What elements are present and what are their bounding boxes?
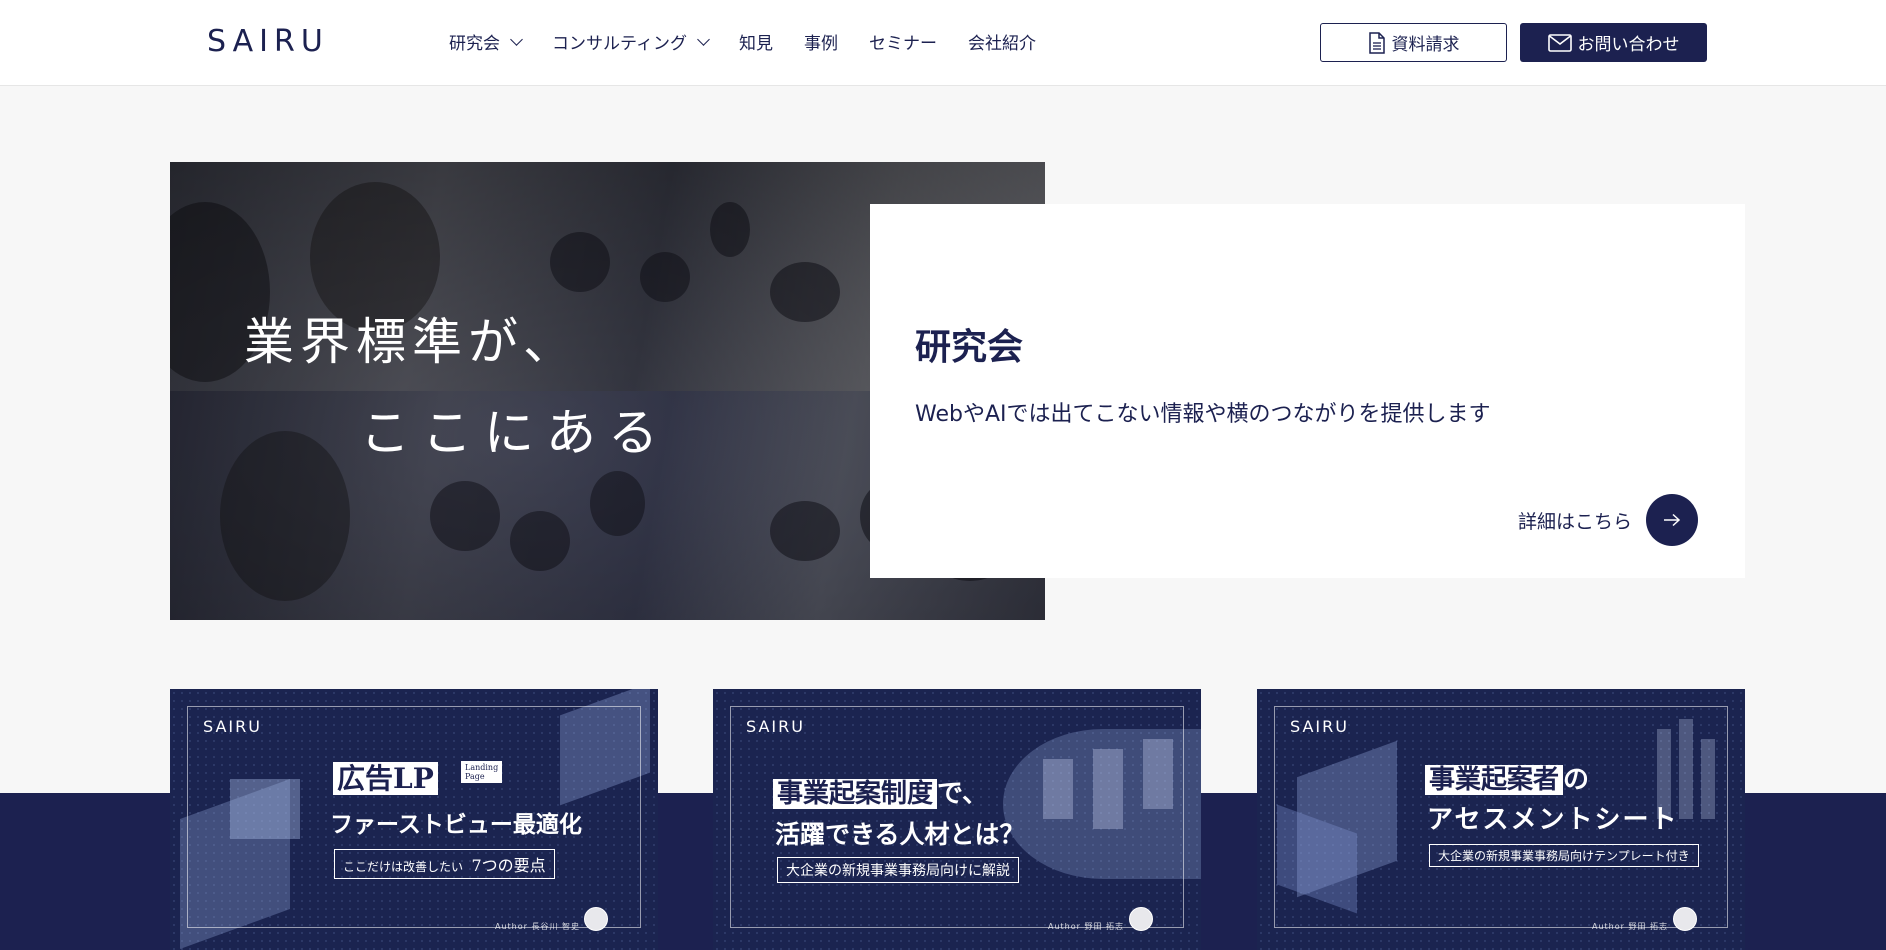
nav-item-research[interactable]: 研究会 <box>449 29 523 54</box>
mail-icon <box>1547 33 1572 52</box>
nav-item-company[interactable]: 会社紹介 <box>968 29 1036 54</box>
card-title-highlight: 事業起案制度 <box>773 779 938 809</box>
arrow-right-icon[interactable] <box>1646 494 1699 546</box>
author-avatar <box>1129 907 1153 931</box>
hero-title: 研究会 <box>915 327 1024 368</box>
document-request-button[interactable]: 資料請求 <box>1320 23 1507 62</box>
card-title-line2: アセスメントシート <box>1427 805 1679 835</box>
nav-label: コンサルティング <box>552 34 687 54</box>
nav-label: セミナー <box>868 34 937 54</box>
detail-link[interactable]: 詳細はこちら <box>1518 494 1699 546</box>
card-author: Author 野田 拓志 <box>1592 922 1669 931</box>
site-logo[interactable]: SAIRU <box>207 24 329 59</box>
chevron-down-icon <box>510 32 523 46</box>
hero-description: WebやAIでは出てこない情報や横のつながりを提供します <box>915 402 1491 427</box>
card-title-line2: 活躍できる人材とは？ <box>775 820 1025 849</box>
nav-item-seminar[interactable]: セミナー <box>869 29 937 54</box>
nav-label: 知見 <box>738 34 773 54</box>
hero-card: 研究会 WebやAIでは出てこない情報や横のつながりを提供します 詳細はこちら <box>870 204 1745 578</box>
card-title-suffix: の <box>1563 765 1590 795</box>
nav-label: 会社紹介 <box>967 34 1036 54</box>
author-avatar <box>1673 907 1697 931</box>
contact-label: お問い合わせ <box>1577 35 1680 55</box>
card-subtitle: 大企業の新規事業事務局向けに解説 <box>777 857 1019 883</box>
nav-item-cases[interactable]: 事例 <box>804 29 838 54</box>
card-brand: SAIRU <box>746 717 805 736</box>
detail-link-label: 詳細はこちら <box>1518 510 1633 533</box>
card-title-highlight: 事業起案者 <box>1425 765 1564 795</box>
nav-item-knowledge[interactable]: 知見 <box>739 29 773 54</box>
card-subtitle: ここだけは改善したい 7つの要点 <box>334 849 555 879</box>
site-header: SAIRU 研究会 コンサルティング 知見 事例 セミナー 会社紹介 資料請求 … <box>0 0 1886 86</box>
card-author: Author 長谷川 智史 <box>495 922 581 931</box>
card-title-line2: ファーストビュー最適化 <box>330 811 582 838</box>
article-card-lp[interactable]: SAIRU 広告LP Landing Page ファーストビュー最適化 ここだけ… <box>170 689 658 950</box>
document-icon <box>1368 31 1385 54</box>
nav-label: 研究会 <box>449 34 500 54</box>
main-nav: 研究会 コンサルティング 知見 事例 セミナー 会社紹介 <box>449 29 1067 54</box>
card-subtitle: 大企業の新規事業事務局向けテンプレート付き <box>1429 844 1699 867</box>
nav-label: 事例 <box>803 34 838 54</box>
nav-item-consulting[interactable]: コンサルティング <box>552 29 710 54</box>
card-brand: SAIRU <box>1290 717 1349 736</box>
article-card-business-proposal[interactable]: SAIRU 事業起案制度 で、 活躍できる人材とは？ 大企業の新規事業事務局向けに… <box>713 689 1201 950</box>
document-request-label: 資料請求 <box>1391 35 1460 55</box>
card-title-highlight: 広告LP <box>333 762 438 795</box>
article-card-assessment-sheet[interactable]: SAIRU 事業起案者の アセスメントシート 大企業の新規事業事務局向けテンプレ… <box>1257 689 1745 950</box>
card-author: Author 野田 拓志 <box>1048 922 1125 931</box>
hero-image-text-line1: 業界標準が、 <box>244 313 579 371</box>
contact-button[interactable]: お問い合わせ <box>1520 23 1707 62</box>
chevron-down-icon <box>697 32 710 46</box>
hero-image-text-line2: ここにある <box>360 404 670 462</box>
lp-tag: Landing Page <box>460 761 503 783</box>
card-title-suffix: で、 <box>937 779 988 809</box>
author-avatar <box>584 907 608 931</box>
card-brand: SAIRU <box>203 717 262 736</box>
